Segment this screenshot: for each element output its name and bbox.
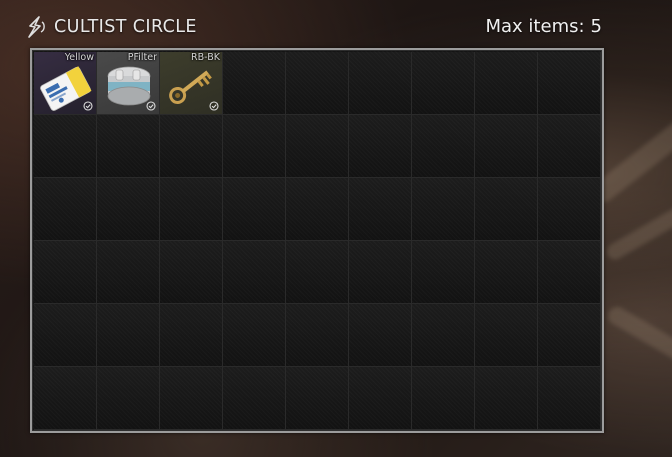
found-in-raid-check-icon xyxy=(146,101,156,111)
grid-cell-empty[interactable] xyxy=(286,52,349,115)
grid-cell-empty[interactable] xyxy=(412,115,475,178)
grid-cell-empty[interactable] xyxy=(349,367,412,430)
grid-cell-empty[interactable] xyxy=(349,178,412,241)
stash-grid: Yellow PFilter RB-BK xyxy=(34,52,601,430)
grid-cell-empty[interactable] xyxy=(349,241,412,304)
item-label: Yellow xyxy=(64,52,94,63)
grid-cell-empty[interactable] xyxy=(34,241,97,304)
grid-cell-empty[interactable] xyxy=(223,52,286,115)
found-in-raid-check-icon xyxy=(209,101,219,111)
grid-cell-empty[interactable] xyxy=(475,304,538,367)
grid-cell-empty[interactable] xyxy=(97,304,160,367)
max-items-label: Max items: xyxy=(485,16,585,37)
cultist-sign-icon xyxy=(26,16,48,38)
grid-cell-empty[interactable] xyxy=(475,178,538,241)
grid-cell-empty[interactable] xyxy=(475,52,538,115)
grid-cell-empty[interactable] xyxy=(412,241,475,304)
grid-cell-empty[interactable] xyxy=(34,178,97,241)
grid-item-rb-bk-key[interactable]: RB-BK xyxy=(160,52,223,115)
grid-cell-empty[interactable] xyxy=(475,241,538,304)
grid-cell-empty[interactable] xyxy=(286,115,349,178)
grid-item-pressure-filter[interactable]: PFilter xyxy=(97,52,160,115)
max-items-value: 5 xyxy=(590,16,602,37)
grid-item-yellow-keycard[interactable]: Yellow xyxy=(34,52,97,115)
grid-cell-empty[interactable] xyxy=(475,115,538,178)
grid-cell-empty[interactable] xyxy=(97,241,160,304)
grid-cell-empty[interactable] xyxy=(223,178,286,241)
grid-cell-empty[interactable] xyxy=(223,304,286,367)
grid-cell-empty[interactable] xyxy=(160,178,223,241)
grid-cell-empty[interactable] xyxy=(223,241,286,304)
grid-cell-empty[interactable] xyxy=(34,115,97,178)
item-label: RB-BK xyxy=(191,52,220,63)
grid-cell-empty[interactable] xyxy=(286,178,349,241)
grid-cell-empty[interactable] xyxy=(349,115,412,178)
grid-cell-empty[interactable] xyxy=(538,367,601,430)
grid-cell-empty[interactable] xyxy=(160,304,223,367)
grid-cell-empty[interactable] xyxy=(97,115,160,178)
grid-cell-empty[interactable] xyxy=(412,178,475,241)
grid-cell-empty[interactable] xyxy=(349,304,412,367)
grid-cell-empty[interactable] xyxy=(538,304,601,367)
grid-cell-empty[interactable] xyxy=(223,367,286,430)
grid-cell-empty[interactable] xyxy=(34,304,97,367)
grid-cell-empty[interactable] xyxy=(538,115,601,178)
grid-cell-empty[interactable] xyxy=(475,367,538,430)
grid-cell-empty[interactable] xyxy=(223,115,286,178)
header: CULTIST CIRCLE xyxy=(26,13,197,41)
grid-cell-empty[interactable] xyxy=(349,52,412,115)
grid-cell-empty[interactable] xyxy=(160,241,223,304)
grid-cell-empty[interactable] xyxy=(286,304,349,367)
cultist-circle-container: Yellow PFilter RB-BK xyxy=(30,48,604,433)
grid-cell-empty[interactable] xyxy=(160,115,223,178)
grid-cell-empty[interactable] xyxy=(97,178,160,241)
background-streak xyxy=(604,203,672,263)
grid-cell-empty[interactable] xyxy=(412,367,475,430)
grid-cell-empty[interactable] xyxy=(538,178,601,241)
grid-cell-empty[interactable] xyxy=(97,367,160,430)
page-title: CULTIST CIRCLE xyxy=(54,17,197,37)
grid-cell-empty[interactable] xyxy=(412,304,475,367)
grid-cell-empty[interactable] xyxy=(286,241,349,304)
grid-cell-empty[interactable] xyxy=(538,52,601,115)
grid-cell-empty[interactable] xyxy=(286,367,349,430)
found-in-raid-check-icon xyxy=(83,101,93,111)
grid-cell-empty[interactable] xyxy=(160,367,223,430)
grid-cell-empty[interactable] xyxy=(412,52,475,115)
background-streak xyxy=(604,303,672,375)
grid-cell-empty[interactable] xyxy=(538,241,601,304)
item-label: PFilter xyxy=(127,52,157,63)
max-items-indicator: Max items: 5 xyxy=(486,16,603,37)
grid-cell-empty[interactable] xyxy=(34,367,97,430)
